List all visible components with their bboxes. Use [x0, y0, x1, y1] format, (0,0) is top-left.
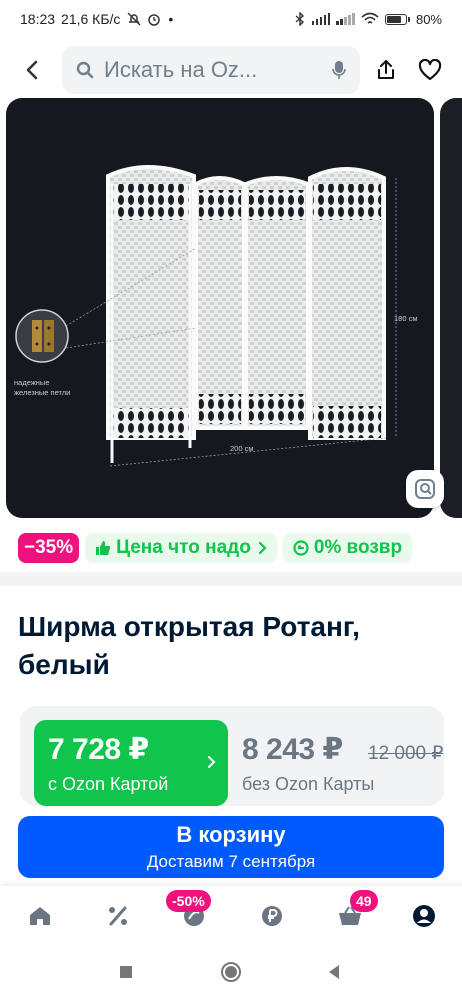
do-not-disturb-icon — [127, 12, 141, 26]
favorite-button[interactable] — [410, 50, 450, 90]
battery-percent: 80% — [415, 11, 442, 27]
sale-badge: -50% — [166, 890, 211, 912]
heart-icon — [418, 59, 442, 81]
home-system-button[interactable] — [217, 958, 245, 986]
price-badge-label: Цена что надо — [116, 537, 251, 558]
nav-finance[interactable] — [252, 898, 292, 934]
hinge-label: надежные железные петли — [14, 378, 71, 397]
wifi-icon — [361, 12, 379, 24]
bluetooth-icon — [295, 12, 304, 26]
search-icon — [76, 61, 94, 79]
product-image[interactable]: надежные железные петли 180 см 200 см — [6, 98, 434, 518]
chevron-right-icon — [208, 756, 216, 768]
image-search-icon — [415, 479, 435, 499]
signal-icon — [311, 13, 331, 25]
status-time: 18:23 — [20, 11, 56, 27]
search-input[interactable]: Искать на Oz... — [62, 46, 360, 94]
chevron-left-icon — [26, 60, 38, 80]
signal-icon-2 — [336, 13, 355, 25]
product-title: Ширма открытая Ротанг, белый — [18, 611, 360, 680]
circle-icon — [221, 962, 241, 982]
chevron-right-icon — [258, 541, 267, 555]
thumbs-up-icon — [96, 541, 111, 555]
alarm-icon — [148, 14, 161, 26]
triangle-left-icon — [329, 965, 339, 979]
nav-profile[interactable] — [404, 898, 444, 934]
ozon-card-caption: с Ozon Картой — [48, 774, 169, 794]
nav-sales[interactable] — [98, 898, 138, 934]
return-icon — [293, 540, 309, 556]
image-search-button[interactable] — [406, 470, 444, 508]
add-to-cart-label: В корзину — [176, 822, 286, 847]
status-bar: 18:23 21,6 КБ/с • 80% — [0, 0, 462, 38]
square-icon — [120, 966, 132, 978]
discount-badge: −35% — [18, 533, 80, 563]
profile-icon — [413, 905, 435, 927]
section-divider — [0, 572, 462, 586]
regular-price: 8 243 ₽ — [242, 733, 343, 766]
home-icon — [30, 907, 50, 925]
height-label: 180 см — [394, 314, 418, 323]
cart-count-badge: 49 — [350, 890, 378, 912]
width-label: 200 см — [230, 444, 254, 453]
share-button[interactable] — [366, 50, 406, 90]
folding-screen-illustration — [15, 165, 397, 467]
bottom-navigation: -50% 49 — [0, 886, 462, 944]
product-gallery[interactable]: надежные железные петли 180 см 200 см — [0, 96, 462, 526]
back-button[interactable] — [10, 48, 54, 92]
return-badge-label: 0% возвр — [313, 537, 403, 558]
nav-home[interactable] — [20, 898, 60, 934]
share-icon — [378, 60, 394, 79]
microphone-icon[interactable] — [332, 60, 346, 80]
recent-apps-button[interactable] — [112, 958, 140, 986]
search-placeholder: Искать на Oz... — [104, 57, 258, 82]
old-price: 12 000 ₽ — [368, 743, 444, 764]
header: Искать на Oz... — [0, 44, 462, 96]
battery-icon — [384, 13, 410, 25]
add-to-cart-button[interactable]: В корзину Доставим 7 сентября — [18, 816, 444, 878]
ozon-card-price: 7 728 ₽ — [48, 733, 149, 766]
notification-dot: • — [168, 11, 174, 27]
return-badge[interactable]: 0% возвр — [282, 533, 413, 563]
price-block: 7 728 ₽ с Ozon Картой 8 243 ₽ 12 000 ₽ б… — [20, 706, 444, 806]
system-navigation — [0, 944, 462, 1000]
delivery-date: Доставим 7 сентября — [146, 852, 316, 871]
status-speed: 21,6 КБ/с — [61, 11, 121, 27]
ruble-icon — [262, 906, 282, 926]
price-badge[interactable]: Цена что надо — [85, 533, 277, 563]
regular-price-caption: без Ozon Карты — [242, 774, 375, 794]
percent-icon — [109, 906, 127, 926]
back-system-button[interactable] — [320, 958, 348, 986]
ozon-card-price-button[interactable]: 7 728 ₽ с Ozon Картой — [34, 720, 228, 806]
next-image-preview[interactable] — [440, 98, 462, 518]
badges-row: −35% Цена что надо 0% возвр — [0, 533, 462, 565]
